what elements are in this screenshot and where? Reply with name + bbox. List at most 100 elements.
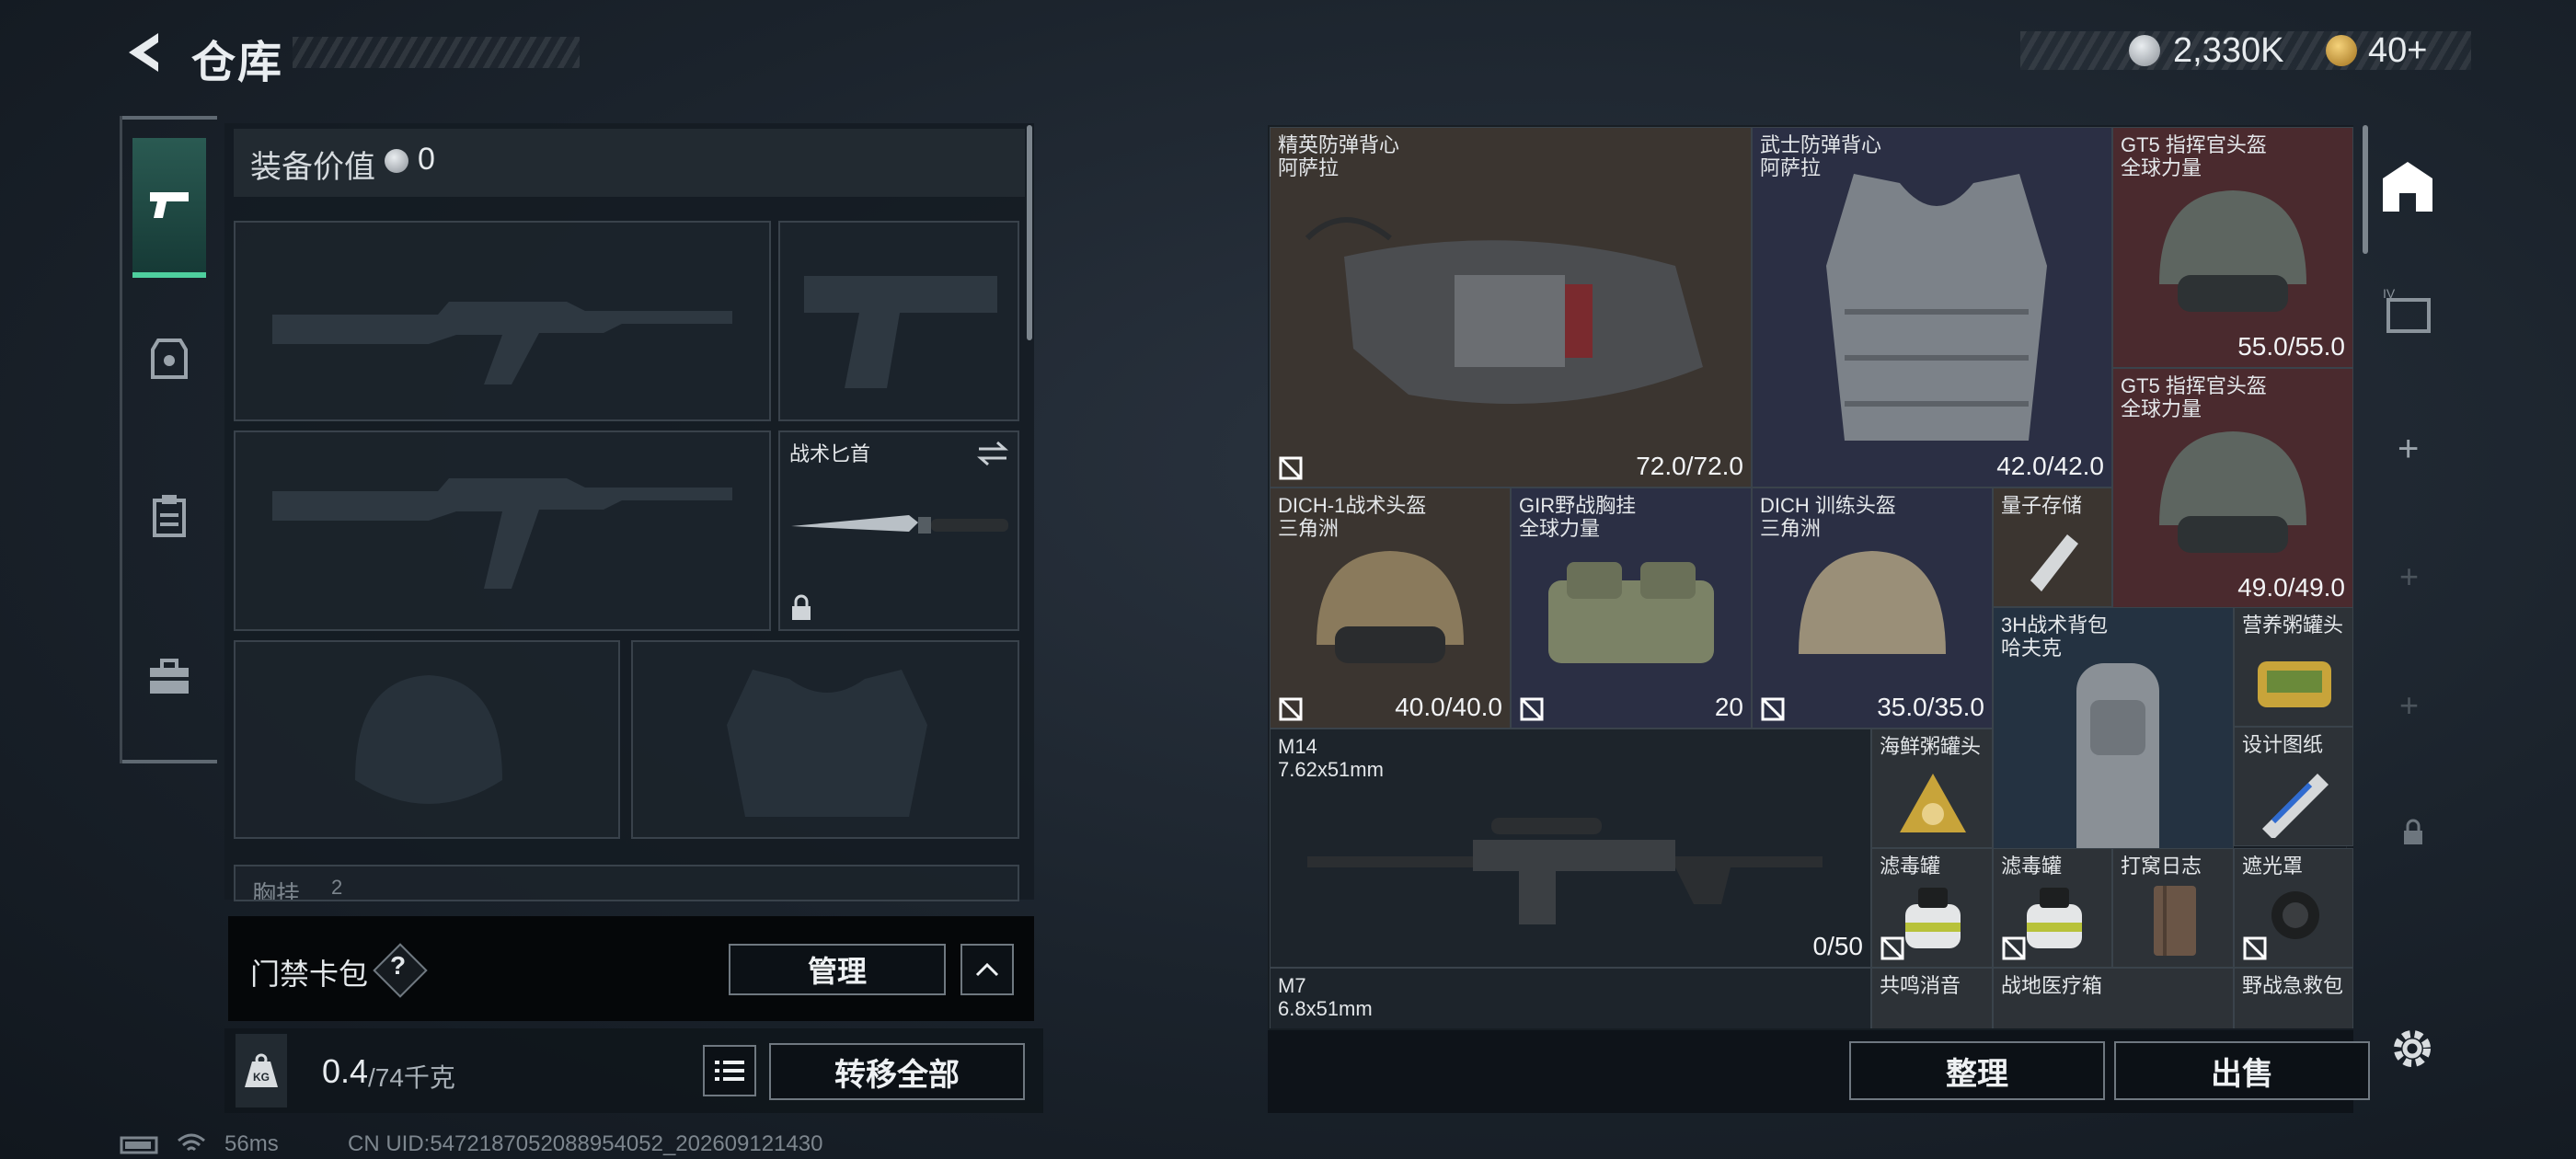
toolbox-icon bbox=[150, 659, 189, 694]
nav-frame-bottom bbox=[120, 760, 217, 763]
storage-tab[interactable] bbox=[2377, 156, 2438, 222]
grid-item-gt5-helmet-2[interactable]: GT5 指挥官头盔 全球力量 49.0/49.0 bbox=[2112, 368, 2353, 609]
armor-slot[interactable] bbox=[631, 640, 1019, 839]
no-insure-icon bbox=[2243, 936, 2267, 960]
list-icon bbox=[715, 1061, 744, 1081]
grid-item-m14-rifle[interactable]: M14 7.62x51mm 0/50 bbox=[1270, 729, 1871, 968]
nav-frame-top bbox=[120, 116, 217, 120]
grid-item-first-aid-kit[interactable]: 野战急救包 bbox=[2234, 968, 2353, 1028]
expansion-tab[interactable]: IV bbox=[2381, 286, 2440, 343]
nav-tab-toolbox[interactable] bbox=[132, 622, 206, 732]
grid-item-quantum-storage[interactable]: 量子存储 bbox=[1993, 488, 2112, 607]
grid-item-filter-can-2[interactable]: 滤毒罐 bbox=[1993, 848, 2112, 968]
svg-text:KG: KG bbox=[253, 1071, 270, 1084]
collapse-button[interactable] bbox=[960, 944, 1014, 995]
melee-slot[interactable]: 战术匕首 bbox=[778, 430, 1019, 631]
grid-item-dich1-helmet[interactable]: DICH-1战术头盔 三角洲 40.0/40.0 bbox=[1270, 488, 1511, 729]
item-name: 打窝日志 bbox=[2121, 855, 2202, 878]
grid-item-fishing-log[interactable]: 打窝日志 bbox=[2112, 848, 2234, 968]
backup-weapon-slot[interactable] bbox=[234, 430, 771, 631]
sell-button[interactable]: 出售 bbox=[2114, 1041, 2370, 1100]
add-slot-icon[interactable]: + bbox=[2398, 429, 2419, 470]
primary-weapon-slot[interactable] bbox=[234, 221, 771, 421]
no-insure-icon bbox=[1761, 697, 1785, 721]
elite-vest-icon bbox=[1305, 217, 1703, 404]
sort-button[interactable]: 整理 bbox=[1849, 1041, 2105, 1100]
expansion-box-icon: IV bbox=[2383, 286, 2431, 333]
item-name: M14 bbox=[1278, 735, 1317, 758]
item-name: 战地医疗箱 bbox=[2001, 974, 2103, 997]
equipment-value-coin-icon bbox=[385, 149, 408, 173]
nav-divider bbox=[120, 116, 122, 763]
item-name: 精英防弹背心 bbox=[1278, 133, 1400, 156]
item-name: 共鸣消音 bbox=[1880, 974, 1961, 997]
add-slot-icon-3[interactable]: + bbox=[2399, 686, 2419, 725]
title-decoration bbox=[293, 37, 580, 68]
grid-item-porridge-can[interactable]: 营养粥罐头 bbox=[2234, 607, 2353, 727]
grid-item-samurai-vest[interactable]: 武士防弹背心 阿萨拉 42.0/42.0 bbox=[1752, 127, 2112, 488]
grid-item-seafood-can[interactable]: 海鲜粥罐头 bbox=[1871, 729, 1993, 848]
settings-gear-icon[interactable] bbox=[2388, 1025, 2436, 1073]
item-name: 3H战术背包 bbox=[2001, 614, 2109, 637]
silver-amount: 2,330K bbox=[2173, 31, 2284, 70]
lens-hood-icon bbox=[2271, 891, 2319, 939]
item-sub: 阿萨拉 bbox=[1278, 156, 1340, 179]
list-view-button[interactable] bbox=[703, 1045, 756, 1096]
transfer-all-button[interactable]: 转移全部 bbox=[769, 1043, 1025, 1100]
item-capacity: 20 bbox=[1714, 693, 1743, 721]
grid-item-blueprint[interactable]: 设计图纸 bbox=[2234, 727, 2353, 846]
ping-text: 56ms bbox=[224, 1131, 279, 1156]
grid-scrollbar[interactable] bbox=[2363, 125, 2368, 254]
weight-current: 0.4 bbox=[322, 1052, 369, 1090]
grid-item-elite-vest[interactable]: 精英防弹背心 阿萨拉 72.0/72.0 bbox=[1270, 127, 1752, 488]
grid-item-m7-rifle[interactable]: M7 6.8x51mm bbox=[1270, 968, 1871, 1028]
samurai-vest-icon bbox=[1826, 174, 2047, 441]
nav-tab-gear[interactable] bbox=[132, 304, 206, 414]
item-name: DICH 训练头盔 bbox=[1760, 494, 1896, 517]
fishing-log-icon bbox=[2154, 886, 2196, 956]
item-name: 营养粥罐头 bbox=[2242, 614, 2344, 637]
item-durability: 55.0/55.0 bbox=[2237, 332, 2345, 361]
grid-item-medical-box[interactable]: 战地医疗箱 bbox=[1993, 968, 2234, 1028]
grid-item-gir-chest-rig[interactable]: GIR野战胸挂 全球力量 20 bbox=[1511, 488, 1752, 729]
nav-tab-supplies[interactable] bbox=[132, 460, 206, 570]
porridge-can-icon bbox=[2258, 661, 2331, 707]
gold-coin-icon bbox=[2326, 35, 2357, 66]
chevron-up-icon bbox=[975, 962, 999, 977]
weight-max: /74千克 bbox=[368, 1063, 455, 1092]
chest-rig-slot[interactable]: 胸挂 2 bbox=[234, 865, 1019, 901]
item-name: DICH-1战术头盔 bbox=[1278, 494, 1427, 517]
grid-item-filter-can[interactable]: 滤毒罐 bbox=[1871, 848, 1993, 968]
equipment-scrollbar[interactable] bbox=[1027, 125, 1032, 340]
knife-icon bbox=[791, 515, 1008, 534]
back-arrow-icon bbox=[129, 33, 158, 72]
item-durability: 49.0/49.0 bbox=[2237, 573, 2345, 602]
grid-item-dich-training-helmet[interactable]: DICH 训练头盔 三角洲 35.0/35.0 bbox=[1752, 488, 1993, 729]
helmet-slot[interactable] bbox=[234, 640, 620, 839]
manage-button[interactable]: 管理 bbox=[729, 944, 946, 995]
rifle-silhouette-icon-2 bbox=[272, 478, 732, 589]
grid-item-suppressor[interactable]: 共鸣消音 bbox=[1871, 968, 1993, 1028]
grid-item-gt5-helmet[interactable]: GT5 指挥官头盔 全球力量 55.0/55.0 bbox=[2112, 127, 2353, 368]
blueprint-icon bbox=[2262, 774, 2329, 838]
swap-icon[interactable] bbox=[975, 440, 1010, 467]
secondary-weapon-slot[interactable] bbox=[778, 221, 1019, 421]
gt5-helmet-icon-2 bbox=[2159, 431, 2306, 553]
locked-slot-icon bbox=[2404, 819, 2422, 844]
help-icon[interactable]: ? bbox=[390, 951, 406, 981]
pistol-icon bbox=[150, 192, 189, 218]
nav-tab-weapons[interactable] bbox=[132, 138, 206, 278]
item-sub: 6.8x51mm bbox=[1278, 997, 1373, 1020]
melee-slot-label: 战术匕首 bbox=[789, 442, 871, 465]
gold-amount: 40+ bbox=[2368, 31, 2428, 70]
add-slot-icon-2[interactable]: + bbox=[2399, 557, 2419, 596]
item-durability: 72.0/72.0 bbox=[1636, 452, 1743, 480]
grid-item-lens-hood[interactable]: 遮光罩 bbox=[2234, 848, 2353, 968]
uid-text: CN UID:5472187052088954052_202609121430 bbox=[348, 1131, 823, 1156]
access-card-label: 门禁卡包 bbox=[250, 958, 369, 991]
armor-icon bbox=[151, 339, 188, 379]
back-button[interactable] bbox=[118, 28, 167, 77]
no-insure-icon bbox=[1279, 697, 1303, 721]
clipboard-icon bbox=[153, 495, 186, 537]
wifi-icon bbox=[178, 1133, 205, 1152]
